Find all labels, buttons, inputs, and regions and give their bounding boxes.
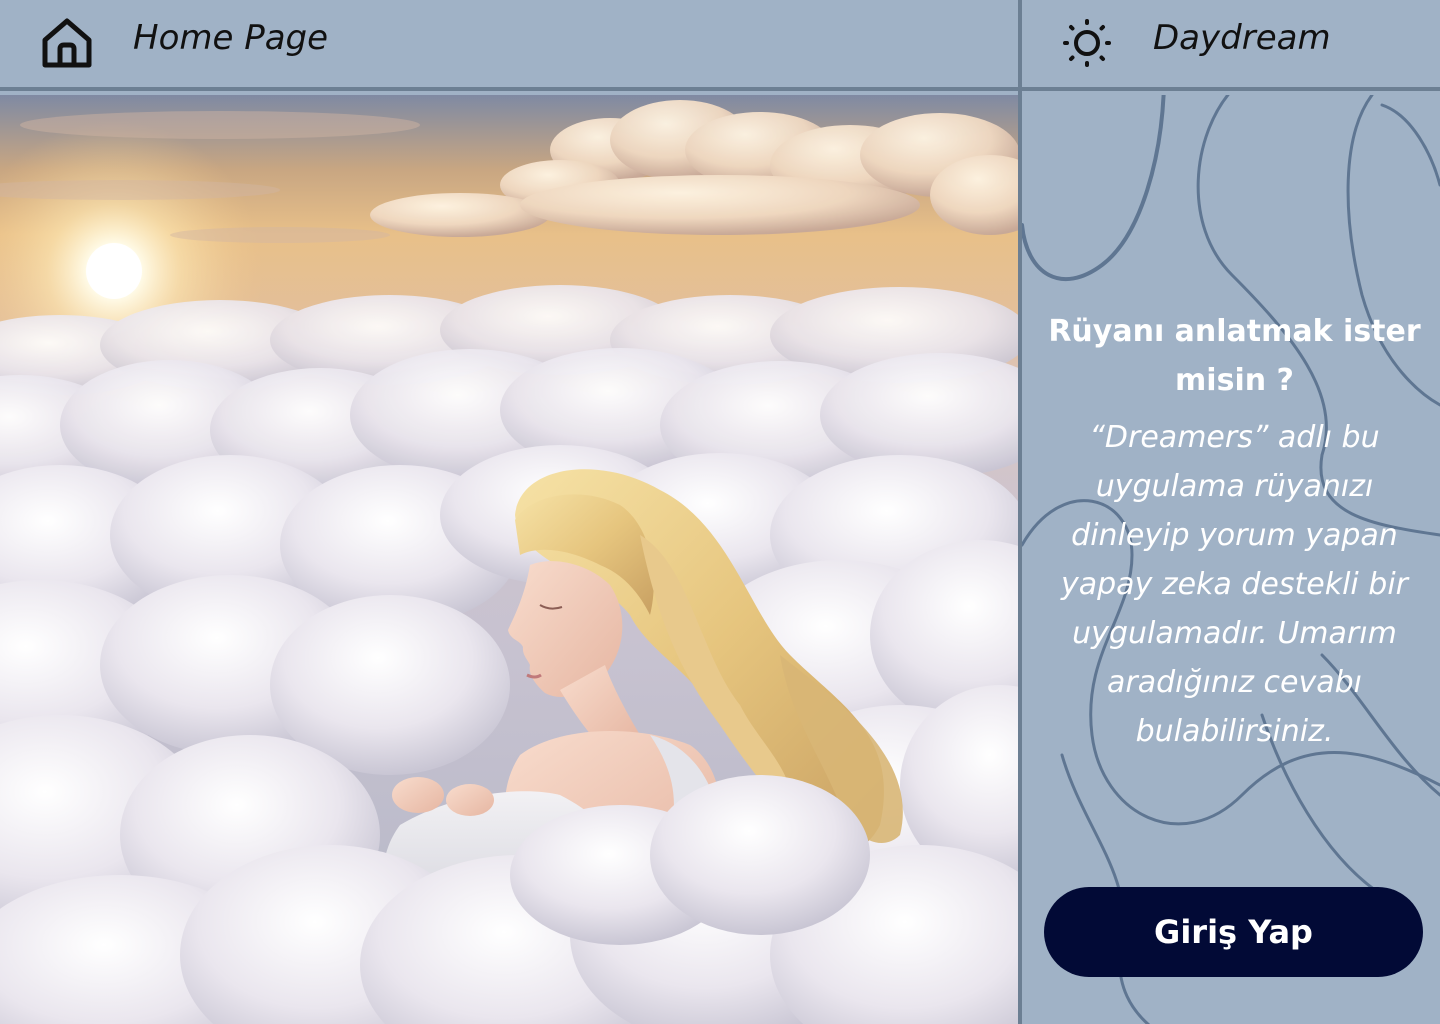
top-bar: Home Page Daydream	[0, 0, 1440, 91]
home-page-link[interactable]: Home Page	[133, 18, 328, 58]
hero-image	[0, 95, 1018, 1024]
welcome-title: Rüyanı anlatmak ister misin ?	[1048, 314, 1421, 398]
app-description: “Dreamers” adlı bu uygulama rüyanızı din…	[1061, 420, 1408, 749]
theme-toggle-button[interactable]	[1058, 16, 1116, 74]
sun-icon[interactable]	[1059, 15, 1115, 75]
page: Home Page Daydream Rüyanı anlatmak ister…	[0, 0, 1440, 1024]
home-icon[interactable]	[39, 15, 95, 75]
app-name: Daydream	[1153, 18, 1331, 58]
home-button[interactable]	[38, 16, 96, 74]
topbar-divider	[1018, 0, 1022, 91]
hero-illustration	[0, 100, 1018, 1024]
welcome-panel: Rüyanı anlatmak ister misin ? “Dreamers”…	[1022, 95, 1440, 1024]
login-button[interactable]: Giriş Yap	[1044, 887, 1423, 977]
